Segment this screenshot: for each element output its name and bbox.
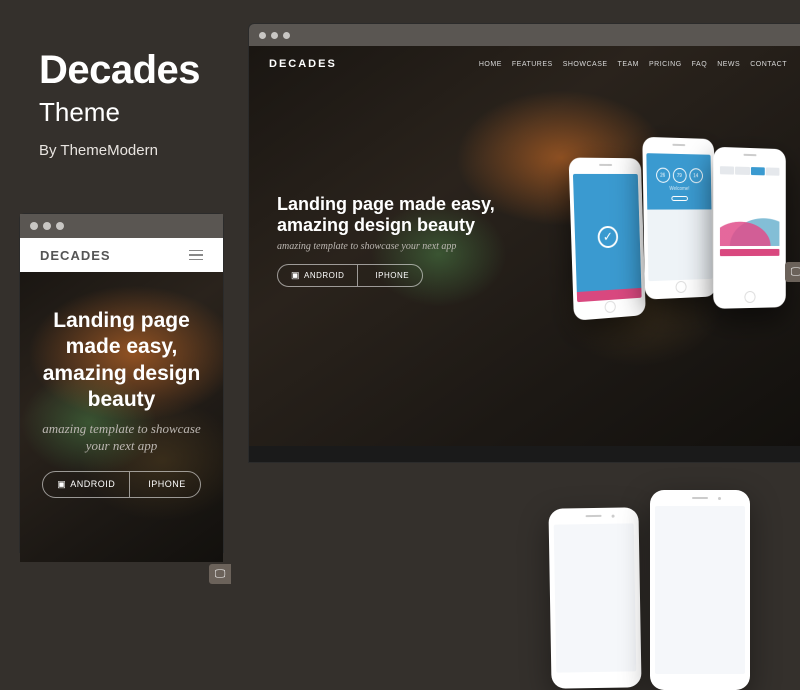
nav-team[interactable]: TEAM xyxy=(618,61,639,68)
theme-author: By ThemeModern xyxy=(39,142,200,159)
window-dot xyxy=(259,32,266,39)
hero-title: Landing page made easy, amazing design b… xyxy=(36,308,207,413)
nav-home[interactable]: HOME xyxy=(479,61,502,68)
site-nav: HOME FEATURES SHOWCASE TEAM PRICING FAQ … xyxy=(479,61,787,68)
window-dot xyxy=(283,32,290,39)
stat-circle: 79 xyxy=(672,168,686,183)
theme-title: Decades xyxy=(39,48,200,93)
hero-button-group: ▣ ANDROID IPHONE xyxy=(42,471,201,498)
phone-mockup-2: 26 79 14 Welcome! xyxy=(642,137,716,300)
nav-showcase[interactable]: SHOWCASE xyxy=(563,61,608,68)
mini-chart xyxy=(720,179,779,246)
monitor-icon: 🖵 xyxy=(215,568,226,581)
menu-icon[interactable] xyxy=(189,250,203,261)
theme-header: Decades Theme By ThemeModern xyxy=(39,48,200,159)
phone-mockup-1: ✓ xyxy=(569,158,646,321)
iphone-button[interactable]: IPHONE xyxy=(357,265,422,286)
window-dot xyxy=(43,222,51,230)
window-dot xyxy=(30,222,38,230)
mini-legend xyxy=(720,249,779,256)
viewport-switcher-widget[interactable]: 🖵 xyxy=(785,262,800,282)
mini-tab xyxy=(720,166,734,174)
site-logo[interactable]: DECADES xyxy=(269,58,337,70)
stat-circle: 26 xyxy=(656,168,670,183)
nav-faq[interactable]: FAQ xyxy=(692,61,708,68)
hero-tagline: amazing template to showcase your next a… xyxy=(277,241,495,252)
android-icon: ▣ xyxy=(291,270,300,281)
window-titlebar xyxy=(249,24,800,46)
hero-title: Landing page made easy, amazing design b… xyxy=(277,194,495,235)
nav-contact[interactable]: CONTACT xyxy=(750,61,787,68)
iphone-button-label: IPHONE xyxy=(148,479,186,489)
check-icon: ✓ xyxy=(597,226,618,249)
nav-pricing[interactable]: PRICING xyxy=(649,61,682,68)
mini-tab xyxy=(735,167,749,175)
site-nav-bar-mobile: DECADES xyxy=(20,238,223,272)
hero-tagline: amazing template to showcase your next a… xyxy=(36,421,207,455)
hero-content: Landing page made easy, amazing design b… xyxy=(277,194,495,287)
theme-subtitle: Theme xyxy=(39,97,200,128)
android-button[interactable]: ▣ ANDROID xyxy=(43,472,129,497)
mini-welcome: Welcome! xyxy=(652,186,707,192)
android-button-label: ANDROID xyxy=(70,479,115,489)
nav-features[interactable]: FEATURES xyxy=(512,61,553,68)
window-titlebar xyxy=(20,214,223,238)
preview-window-mobile: DECADES Landing page made easy, amazing … xyxy=(19,213,224,553)
android-button-label: ANDROID xyxy=(304,271,344,280)
monitor-icon: 🖵 xyxy=(791,266,800,279)
hero-content-mobile: Landing page made easy, amazing design b… xyxy=(20,308,223,498)
hero-title-line2: amazing design beauty xyxy=(277,215,475,235)
phone-mockups: ✓ 26 79 14 Welcome! xyxy=(577,128,797,358)
android-icon: ▣ xyxy=(57,479,66,490)
viewport-switcher-widget[interactable]: 🖵 xyxy=(209,564,231,584)
phone-mockup-3 xyxy=(713,147,786,309)
stat-circle: 14 xyxy=(689,168,703,183)
mini-tab xyxy=(765,167,779,175)
hero-button-group: ▣ ANDROID IPHONE xyxy=(277,264,423,287)
site-nav-bar: DECADES HOME FEATURES SHOWCASE TEAM PRIC… xyxy=(249,46,800,82)
window-dot xyxy=(56,222,64,230)
iphone-button-label: IPHONE xyxy=(375,271,409,280)
mini-tab-active xyxy=(750,167,764,175)
hero-title-line1: Landing page made easy, xyxy=(277,194,495,214)
iphone-button[interactable]: IPHONE xyxy=(129,472,200,497)
mini-button xyxy=(671,196,688,201)
window-dot xyxy=(271,32,278,39)
preview-window-desktop: DECADES HOME FEATURES SHOWCASE TEAM PRIC… xyxy=(248,23,800,463)
phone-mockup-lower-2 xyxy=(650,490,750,690)
site-logo[interactable]: DECADES xyxy=(40,248,111,263)
phone-mockup-lower-1 xyxy=(548,507,641,689)
android-button[interactable]: ▣ ANDROID xyxy=(278,265,357,286)
nav-news[interactable]: NEWS xyxy=(717,61,740,68)
hero-section-mobile: Landing page made easy, amazing design b… xyxy=(20,272,223,562)
hero-section: Landing page made easy, amazing design b… xyxy=(249,46,800,446)
